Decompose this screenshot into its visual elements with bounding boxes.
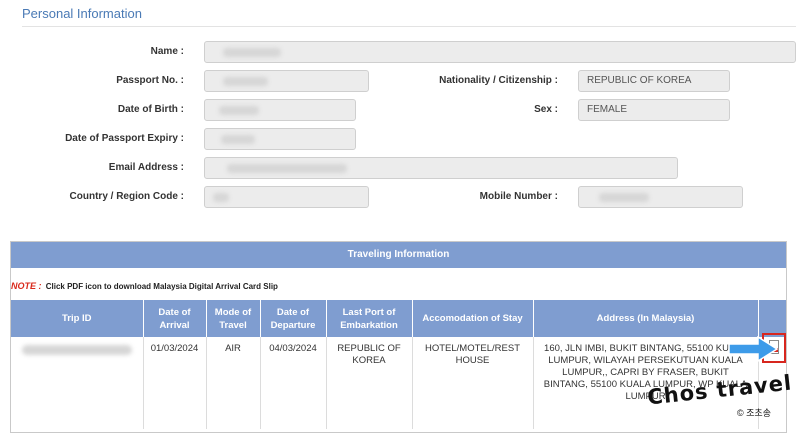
dob-field xyxy=(204,99,356,121)
column-header: Date of Departure xyxy=(260,300,327,337)
column-header: Date of Arrival xyxy=(143,300,207,337)
email-field xyxy=(204,157,678,179)
nationality-field: REPUBLIC OF KOREA xyxy=(578,70,730,92)
pointer-arrow-icon xyxy=(728,336,778,362)
section-divider xyxy=(22,26,796,27)
expiry-field xyxy=(204,128,356,150)
accommodation-cell: HOTEL/MOTEL/REST HOUSE xyxy=(412,337,534,429)
nationality-label: Nationality / Citizenship : xyxy=(439,75,558,86)
mobile-field xyxy=(578,186,743,208)
column-header: Trip ID xyxy=(11,300,144,337)
email-label: Email Address : xyxy=(108,162,184,173)
column-header: Address (In Malaysia) xyxy=(533,300,759,337)
redacted-value xyxy=(599,193,649,202)
column-header: Last Port of Embarkation xyxy=(326,300,413,337)
note-prefix: NOTE : xyxy=(11,281,42,291)
sex-field: FEMALE xyxy=(578,99,730,121)
trip-id-cell xyxy=(11,337,144,429)
redacted-value xyxy=(223,77,268,86)
trip-table: Trip ID Date of Arrival Mode of Travel D… xyxy=(11,300,786,429)
redacted-value xyxy=(213,193,229,202)
dob-label: Date of Birth : xyxy=(117,104,184,115)
name-field xyxy=(204,41,796,63)
passport-label: Passport No. : xyxy=(116,75,184,86)
watermark-credit: © 조초송 xyxy=(737,408,771,418)
note-text: Click PDF icon to download Malaysia Digi… xyxy=(45,282,278,291)
column-header xyxy=(758,300,786,337)
port-cell: REPUBLIC OF KOREA xyxy=(326,337,413,429)
expiry-label: Date of Passport Expiry : xyxy=(65,133,184,144)
name-label: Name : xyxy=(150,46,184,57)
mobile-label: Mobile Number : xyxy=(479,191,558,202)
column-header: Accomodation of Stay xyxy=(412,300,534,337)
passport-field xyxy=(204,70,369,92)
traveling-information-title: Traveling Information xyxy=(11,242,786,268)
note: NOTE : Click PDF icon to download Malays… xyxy=(11,268,786,300)
redacted-value xyxy=(21,345,132,355)
country-code-label: Country / Region Code : xyxy=(69,191,184,202)
country-code-field xyxy=(204,186,369,208)
sex-label: Sex : xyxy=(534,104,558,115)
redacted-value xyxy=(219,106,259,115)
departure-cell: 04/03/2024 xyxy=(260,337,327,429)
column-header: Mode of Travel xyxy=(206,300,261,337)
section-title-personal: Personal Information xyxy=(22,6,142,21)
mode-cell: AIR xyxy=(206,337,261,429)
table-header-row: Trip ID Date of Arrival Mode of Travel D… xyxy=(11,300,786,337)
redacted-value xyxy=(221,135,255,144)
redacted-value xyxy=(223,48,281,57)
arrival-cell: 01/03/2024 xyxy=(143,337,207,429)
redacted-value xyxy=(227,164,347,173)
